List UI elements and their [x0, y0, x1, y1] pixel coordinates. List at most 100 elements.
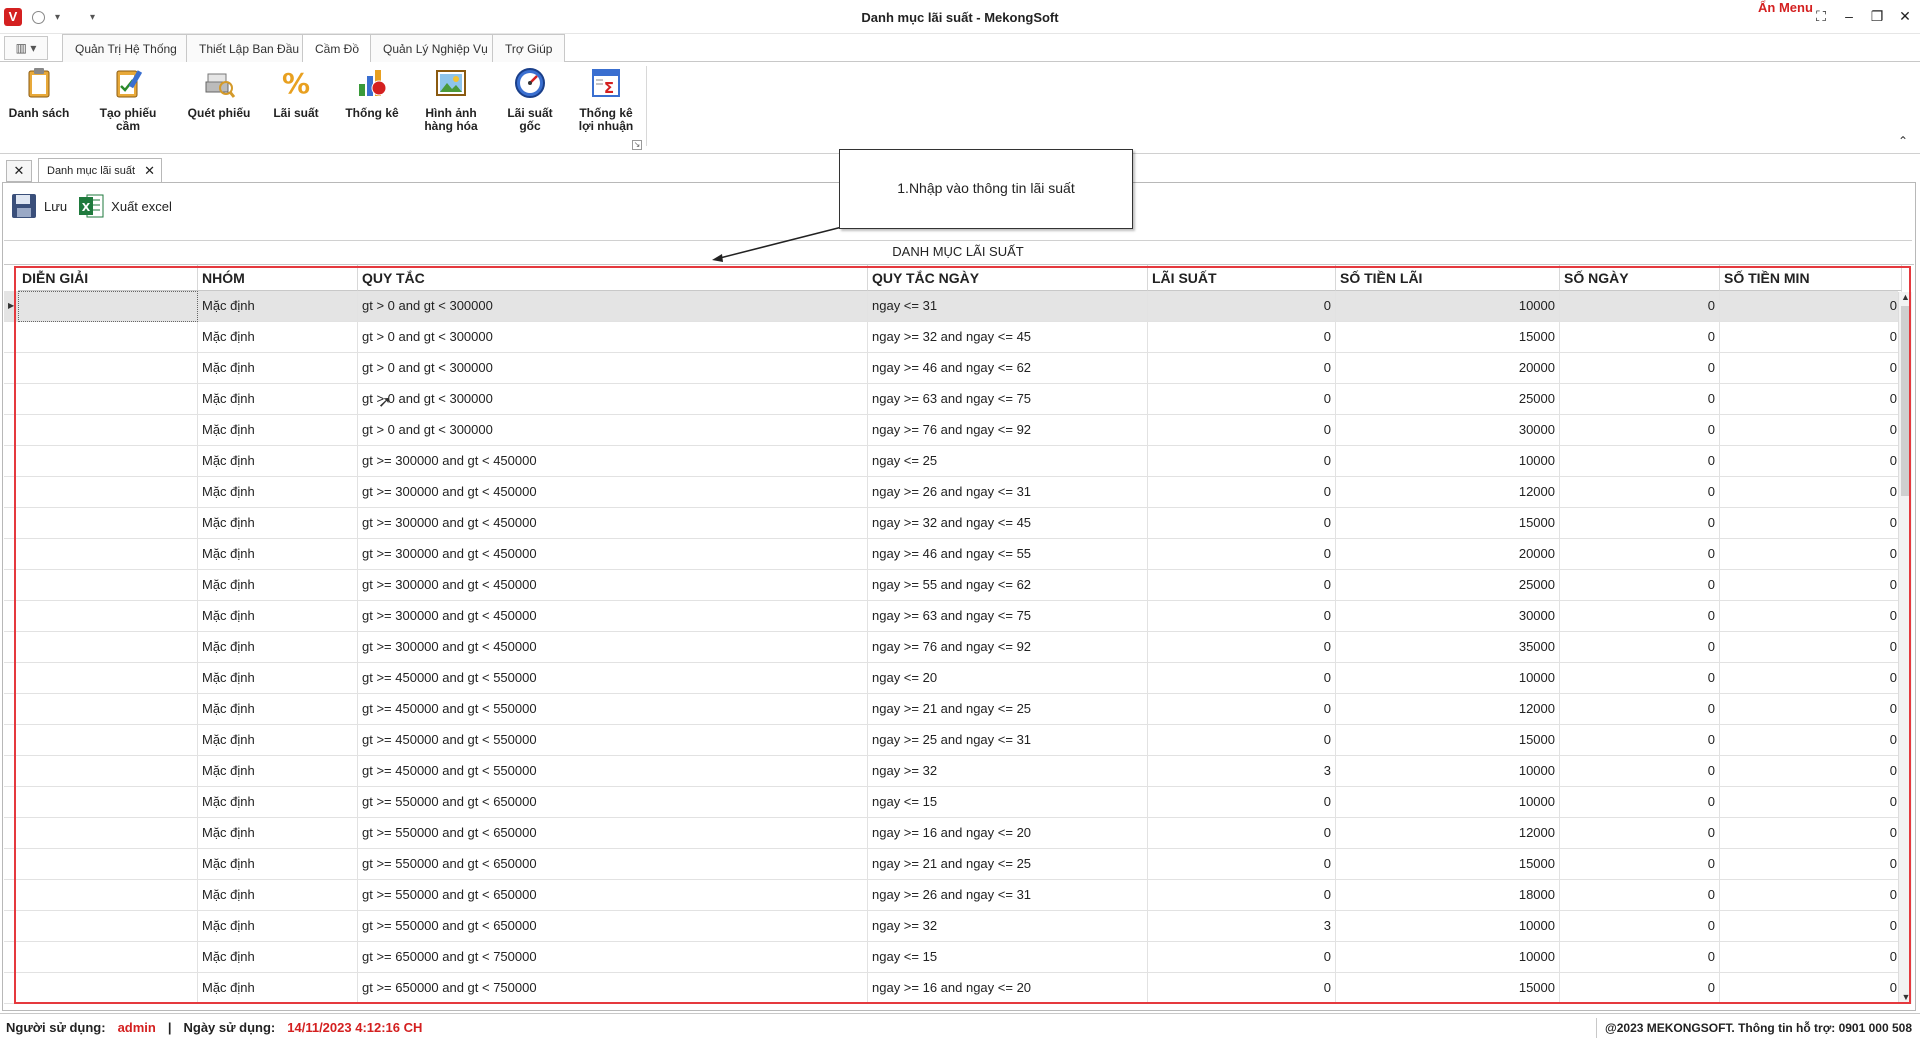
hide-menu-link[interactable]: Ẩn Menu: [1758, 0, 1813, 15]
cell-so-ngay[interactable]: 0: [1560, 911, 1720, 942]
cell-nhom[interactable]: Mặc định: [198, 818, 358, 849]
cell-so-ngay[interactable]: 0: [1560, 632, 1720, 663]
cell-quy-tac-ngay[interactable]: ngay <= 20: [868, 663, 1148, 694]
tab-cam-do[interactable]: Cầm Đồ: [302, 34, 373, 63]
cell-nhom[interactable]: Mặc định: [198, 973, 358, 1004]
cell-quy-tac[interactable]: gt >= 550000 and gt < 650000: [358, 818, 868, 849]
cell-quy-tac-ngay[interactable]: ngay >= 26 and ngay <= 31: [868, 880, 1148, 911]
cell-quy-tac-ngay[interactable]: ngay <= 25: [868, 446, 1148, 477]
scroll-down-icon[interactable]: ▼: [1899, 992, 1913, 1002]
cell-nhom[interactable]: Mặc định: [198, 539, 358, 570]
cell-quy-tac-ngay[interactable]: ngay <= 15: [868, 942, 1148, 973]
table-row[interactable]: Mặc định gt > 0 and gt < 300000 ngay >= 46…: [4, 353, 1902, 384]
cell-so-ngay[interactable]: 0: [1560, 694, 1720, 725]
cell-so-tien-min[interactable]: 0: [1720, 756, 1902, 787]
cell-so-ngay[interactable]: 0: [1560, 539, 1720, 570]
cell-so-tien-lai[interactable]: 15000: [1336, 973, 1560, 1004]
cell-nhom[interactable]: Mặc định: [198, 663, 358, 694]
col-header-so-tien-min[interactable]: SỐ TIỀN MIN: [1720, 265, 1902, 291]
cell-lai-suat[interactable]: 0: [1148, 384, 1336, 415]
cell-lai-suat[interactable]: 0: [1148, 787, 1336, 818]
cell-so-tien-lai[interactable]: 18000: [1336, 880, 1560, 911]
table-row[interactable]: Mặc định gt >= 300000 and gt < 450000 ngay…: [4, 632, 1902, 663]
cell-so-ngay[interactable]: 0: [1560, 880, 1720, 911]
app-menu-button[interactable]: ▥ ▾: [4, 36, 48, 60]
cell-quy-tac[interactable]: gt > 0 and gt < 300000: [358, 415, 868, 446]
cell-lai-suat[interactable]: 0: [1148, 942, 1336, 973]
quick-access-circle-icon[interactable]: [32, 10, 45, 24]
cell-lai-suat[interactable]: 0: [1148, 477, 1336, 508]
save-button[interactable]: Lưu: [10, 192, 67, 220]
table-row[interactable]: Mặc định gt >= 300000 and gt < 450000 ngay…: [4, 539, 1902, 570]
cell-so-tien-min[interactable]: 0: [1720, 880, 1902, 911]
cell-quy-tac-ngay[interactable]: ngay <= 31: [868, 291, 1148, 322]
cell-dien-giai[interactable]: [18, 415, 198, 446]
cell-dien-giai[interactable]: [18, 353, 198, 384]
table-row[interactable]: Mặc định gt >= 300000 and gt < 450000 ngay…: [4, 446, 1902, 477]
cell-so-tien-min[interactable]: 0: [1720, 353, 1902, 384]
cell-so-tien-min[interactable]: 0: [1720, 415, 1902, 446]
cell-so-tien-min[interactable]: 0: [1720, 818, 1902, 849]
col-header-nhom[interactable]: NHÓM: [198, 265, 358, 291]
cell-nhom[interactable]: Mặc định: [198, 725, 358, 756]
cell-quy-tac[interactable]: gt >= 450000 and gt < 550000: [358, 725, 868, 756]
cell-so-tien-min[interactable]: 0: [1720, 477, 1902, 508]
cell-lai-suat[interactable]: 0: [1148, 539, 1336, 570]
cell-so-tien-lai[interactable]: 15000: [1336, 849, 1560, 880]
cell-so-ngay[interactable]: 0: [1560, 663, 1720, 694]
cell-nhom[interactable]: Mặc định: [198, 384, 358, 415]
restore-icon[interactable]: ❐: [1870, 8, 1884, 25]
table-row[interactable]: Mặc định gt > 0 and gt < 300000 ngay >= 32…: [4, 322, 1902, 353]
scroll-thumb[interactable]: [1901, 306, 1910, 496]
cell-so-tien-min[interactable]: 0: [1720, 291, 1902, 322]
table-row[interactable]: Mặc định gt >= 450000 and gt < 550000 ngay…: [4, 663, 1902, 694]
cell-so-tien-min[interactable]: 0: [1720, 942, 1902, 973]
cell-lai-suat[interactable]: 0: [1148, 291, 1336, 322]
cell-lai-suat[interactable]: 3: [1148, 911, 1336, 942]
cell-quy-tac[interactable]: gt >= 550000 and gt < 650000: [358, 787, 868, 818]
cell-lai-suat[interactable]: 0: [1148, 973, 1336, 1004]
cell-so-ngay[interactable]: 0: [1560, 446, 1720, 477]
tao-phieu-cam-button[interactable]: Tạo phiếu cầm: [86, 66, 170, 133]
cell-nhom[interactable]: Mặc định: [198, 849, 358, 880]
cell-quy-tac-ngay[interactable]: ngay >= 32 and ngay <= 45: [868, 322, 1148, 353]
export-excel-button[interactable]: X Xuất excel: [77, 192, 172, 220]
col-header-quy-tac[interactable]: QUY TẮC: [358, 265, 868, 291]
cell-lai-suat[interactable]: 0: [1148, 694, 1336, 725]
cell-quy-tac-ngay[interactable]: ngay >= 55 and ngay <= 62: [868, 570, 1148, 601]
cell-quy-tac-ngay[interactable]: ngay >= 63 and ngay <= 75: [868, 384, 1148, 415]
cell-lai-suat[interactable]: 3: [1148, 756, 1336, 787]
table-row[interactable]: Mặc định gt >= 550000 and gt < 650000 ngay…: [4, 787, 1902, 818]
cell-quy-tac-ngay[interactable]: ngay >= 25 and ngay <= 31: [868, 725, 1148, 756]
cell-quy-tac-ngay[interactable]: ngay >= 76 and ngay <= 92: [868, 632, 1148, 663]
cell-quy-tac[interactable]: gt >= 650000 and gt < 750000: [358, 942, 868, 973]
table-row[interactable]: Mặc định gt >= 550000 and gt < 650000 ngay…: [4, 880, 1902, 911]
cell-quy-tac-ngay[interactable]: ngay >= 16 and ngay <= 20: [868, 818, 1148, 849]
cell-so-ngay[interactable]: 0: [1560, 384, 1720, 415]
table-row[interactable]: Mặc định gt >= 450000 and gt < 550000 ngay…: [4, 756, 1902, 787]
cell-quy-tac[interactable]: gt >= 300000 and gt < 450000: [358, 477, 868, 508]
cell-so-tien-min[interactable]: 0: [1720, 632, 1902, 663]
cell-lai-suat[interactable]: 0: [1148, 446, 1336, 477]
cell-so-tien-lai[interactable]: 12000: [1336, 694, 1560, 725]
cell-lai-suat[interactable]: 0: [1148, 601, 1336, 632]
col-header-so-ngay[interactable]: SỐ NGÀY: [1560, 265, 1720, 291]
col-header-lai-suat[interactable]: LÃI SUẤT: [1148, 265, 1336, 291]
cell-so-tien-lai[interactable]: 15000: [1336, 322, 1560, 353]
cell-dien-giai[interactable]: [18, 291, 198, 322]
col-header-so-tien-lai[interactable]: SỐ TIỀN LÃI: [1336, 265, 1560, 291]
close-icon[interactable]: ✕: [1898, 8, 1912, 25]
cell-nhom[interactable]: Mặc định: [198, 291, 358, 322]
cell-so-tien-lai[interactable]: 10000: [1336, 756, 1560, 787]
screenshot-icon[interactable]: ⛶: [1814, 8, 1828, 25]
quet-phieu-button[interactable]: Quét phiếu: [186, 66, 252, 120]
cell-dien-giai[interactable]: [18, 322, 198, 353]
quick-access-dropdown-icon[interactable]: ▾: [55, 12, 60, 23]
cell-so-tien-lai[interactable]: 25000: [1336, 384, 1560, 415]
cell-quy-tac-ngay[interactable]: ngay >= 63 and ngay <= 75: [868, 601, 1148, 632]
cell-quy-tac[interactable]: gt >= 550000 and gt < 650000: [358, 880, 868, 911]
table-row[interactable]: Mặc định gt >= 650000 and gt < 750000 ngay…: [4, 973, 1902, 1004]
cell-quy-tac[interactable]: gt >= 650000 and gt < 750000: [358, 973, 868, 1004]
hinh-anh-hang-hoa-button[interactable]: Hình ảnh hàng hóa: [418, 66, 484, 133]
table-row[interactable]: Mặc định gt >= 450000 and gt < 550000 ngay…: [4, 725, 1902, 756]
